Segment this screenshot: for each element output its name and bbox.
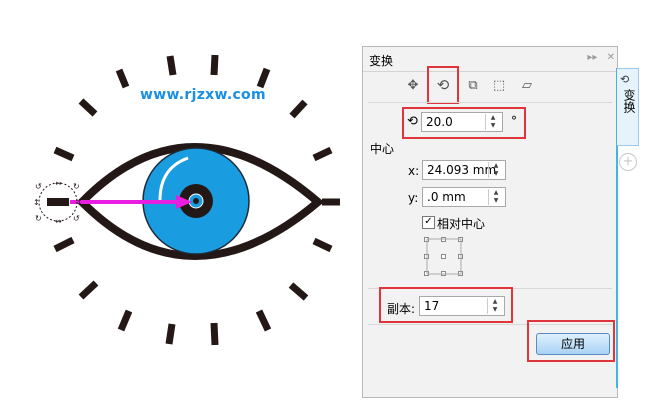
rotation-angle-icon: ⟲ (407, 114, 418, 129)
svg-text:↺: ↺ (35, 182, 42, 191)
relative-center-label: 相对中心 (437, 217, 486, 231)
copies-label: 副本: (387, 302, 416, 316)
y-input[interactable]: .0 mm ▲ ▼ (422, 187, 506, 207)
rotate-tool-highlight (427, 66, 459, 104)
watermark-text: www.rjzxw.com (140, 87, 266, 103)
side-tab-label: 变换 (622, 89, 636, 113)
close-icon[interactable]: ✕ (607, 52, 615, 63)
svg-text:↺: ↺ (73, 214, 80, 223)
side-tab-transform[interactable]: ⟲ 变换 (617, 68, 639, 146)
anchor-grid-lines (426, 238, 462, 275)
skew-icon[interactable]: ▱ (516, 74, 538, 96)
svg-text:↔: ↔ (55, 179, 62, 188)
x-label: x: (408, 164, 420, 178)
x-value: 24.093 mm (427, 163, 497, 177)
transform-tab-icon: ⟲ (620, 73, 630, 86)
degree-unit: ° (511, 114, 517, 128)
x-input[interactable]: 24.093 mm ▲ ▼ (422, 160, 506, 180)
svg-text:↕: ↕ (33, 198, 40, 207)
svg-text:↔: ↔ (55, 217, 62, 226)
apply-button[interactable]: 应用 (536, 333, 610, 355)
position-icon[interactable]: ✥ (402, 74, 424, 96)
rotation-angle-value: 20.0 (426, 115, 453, 129)
pupil-center (193, 198, 199, 204)
relative-center-checkbox[interactable]: ✓ (422, 216, 435, 229)
collapse-icon[interactable]: ▸▸ (587, 52, 597, 63)
copies-value: 17 (424, 299, 440, 313)
panel-title-bar: 变换 ▸▸ ✕ (363, 47, 617, 72)
copies-spinner[interactable]: ▲ ▼ (487, 298, 502, 314)
drawing-canvas[interactable]: ↺ ↔ ↻ ↕ ↕ ↻ ↔ ↺ (0, 0, 360, 412)
svg-text:↻: ↻ (73, 182, 80, 191)
y-value: .0 mm (427, 190, 466, 204)
x-spinner[interactable]: ▲ ▼ (488, 162, 503, 178)
selected-object[interactable]: ↺ ↔ ↻ ↕ ↕ ↻ ↔ ↺ (33, 179, 83, 226)
add-docker-icon[interactable]: + (619, 153, 637, 171)
svg-text:↕: ↕ (76, 198, 83, 207)
panel-title: 变换 (369, 54, 394, 68)
rotation-angle-input[interactable]: 20.0 ▲ ▼ (421, 112, 503, 132)
size-icon[interactable]: ⬚ (488, 74, 510, 96)
center-label: 中心 (370, 142, 395, 156)
svg-text:↻: ↻ (35, 214, 42, 223)
scale-icon[interactable]: ⧉ (462, 74, 484, 96)
y-label: y: (408, 191, 419, 205)
rotation-spinner[interactable]: ▲ ▼ (485, 114, 500, 130)
copies-input[interactable]: 17 ▲ ▼ (419, 296, 505, 316)
y-spinner[interactable]: ▲ ▼ (488, 189, 503, 205)
